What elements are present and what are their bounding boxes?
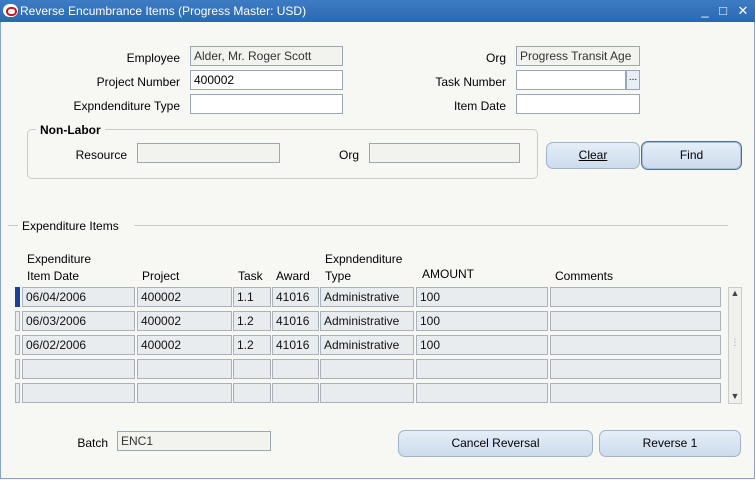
cell-type[interactable]: Administrative: [320, 311, 414, 331]
task-number-field[interactable]: [516, 70, 626, 90]
expenditure-type-field[interactable]: [190, 94, 343, 114]
cell-amount[interactable]: 100: [416, 287, 548, 307]
cell-task[interactable]: 1.2: [233, 311, 271, 331]
reverse-button-label: Reverse 1: [642, 436, 698, 450]
cell-amount[interactable]: [416, 359, 548, 379]
cell-project[interactable]: [137, 383, 232, 403]
cell-project[interactable]: [137, 359, 232, 379]
scroll-down-icon[interactable]: ▼: [728, 391, 742, 401]
cell-task[interactable]: 1.1: [233, 287, 271, 307]
cell-project[interactable]: 400002: [137, 335, 232, 355]
cell-task[interactable]: [233, 383, 271, 403]
column-header-award: Award: [276, 269, 310, 283]
cell-amount[interactable]: 100: [416, 335, 548, 355]
task-lov-button[interactable]: ...: [626, 70, 640, 90]
cell-amount[interactable]: 100: [416, 311, 548, 331]
resource-label: Resource: [75, 148, 127, 162]
close-icon[interactable]: ✕: [736, 4, 750, 18]
project-number-field[interactable]: 400002: [190, 70, 343, 90]
cell-project[interactable]: 400002: [137, 287, 232, 307]
column-header-item-date-line2: Item Date: [27, 269, 80, 283]
cell-comments[interactable]: [550, 287, 721, 307]
find-button[interactable]: Find: [641, 141, 742, 170]
cell-comments[interactable]: [550, 383, 721, 403]
section-divider-left: [8, 225, 18, 226]
cell-award[interactable]: 41016: [272, 335, 319, 355]
org-field[interactable]: Progress Transit Age: [516, 46, 640, 66]
row-indicator[interactable]: [15, 383, 20, 403]
find-button-label: Find: [679, 148, 704, 162]
cell-comments[interactable]: [550, 311, 721, 331]
org-label: Org: [485, 51, 506, 65]
batch-label: Batch: [77, 436, 108, 450]
expenditure-type-label: Expndenditure Type: [73, 99, 180, 113]
employee-field[interactable]: Alder, Mr. Roger Scott: [190, 46, 343, 66]
item-date-field[interactable]: [516, 94, 640, 114]
task-number-label: Task Number: [435, 75, 506, 89]
column-header-comments: Comments: [555, 269, 614, 283]
cell-item-date[interactable]: 06/02/2006: [22, 335, 135, 355]
column-header-project: Project: [142, 269, 180, 283]
cell-comments[interactable]: [550, 335, 721, 355]
cell-type[interactable]: [320, 383, 414, 403]
cell-task[interactable]: 1.2: [233, 335, 271, 355]
non-labor-org-field[interactable]: [369, 143, 520, 163]
expenditure-items-title: Expenditure Items: [22, 219, 119, 233]
batch-field[interactable]: ENC1: [117, 431, 271, 451]
column-header-type-line1: Expndenditure: [325, 252, 403, 266]
cell-type[interactable]: [320, 359, 414, 379]
clear-button-label: Clear: [578, 148, 608, 162]
cell-item-date[interactable]: [22, 359, 135, 379]
cell-award[interactable]: 41016: [272, 287, 319, 307]
column-header-type-line2: Type: [325, 269, 352, 283]
employee-label: Employee: [126, 51, 180, 65]
cell-comments[interactable]: [550, 359, 721, 379]
cell-award[interactable]: [272, 359, 319, 379]
non-labor-org-label: Org: [338, 148, 359, 162]
column-header-amount: AMOUNT: [422, 267, 474, 281]
cancel-reversal-button[interactable]: Cancel Reversal: [398, 430, 593, 457]
row-indicator[interactable]: [15, 311, 20, 331]
window-titlebar: Reverse Encumbrance Items (Progress Mast…: [0, 0, 755, 22]
cell-project[interactable]: 400002: [137, 311, 232, 331]
project-number-label: Project Number: [96, 75, 180, 89]
cell-item-date[interactable]: 06/04/2006: [22, 287, 135, 307]
window-title: Reverse Encumbrance Items (Progress Mast…: [20, 4, 307, 18]
cell-type[interactable]: Administrative: [320, 287, 414, 307]
row-indicator[interactable]: [15, 359, 20, 379]
minimize-icon[interactable]: _: [698, 4, 712, 18]
section-divider: [134, 225, 728, 226]
scroll-thumb-grip-icon[interactable]: ⋮: [728, 337, 742, 348]
column-header-item-date-line1: Expenditure: [27, 252, 92, 266]
item-date-label: Item Date: [453, 99, 506, 113]
row-indicator[interactable]: [15, 335, 20, 355]
resource-field[interactable]: [137, 143, 280, 163]
row-indicator-current[interactable]: [15, 287, 20, 307]
cell-award[interactable]: 41016: [272, 311, 319, 331]
non-labor-title: Non-Labor: [36, 123, 105, 137]
maximize-icon[interactable]: □: [716, 4, 730, 18]
oracle-app-icon: [3, 4, 18, 17]
scroll-up-icon[interactable]: ▲: [728, 288, 742, 298]
cell-amount[interactable]: [416, 383, 548, 403]
clear-button[interactable]: Clear: [546, 142, 640, 169]
reverse-button[interactable]: Reverse 1: [599, 430, 741, 457]
column-header-task: Task: [238, 269, 263, 283]
cell-task[interactable]: [233, 359, 271, 379]
cell-type[interactable]: Administrative: [320, 335, 414, 355]
cancel-reversal-button-label: Cancel Reversal: [451, 436, 540, 450]
cell-item-date[interactable]: [22, 383, 135, 403]
cell-item-date[interactable]: 06/03/2006: [22, 311, 135, 331]
cell-award[interactable]: [272, 383, 319, 403]
